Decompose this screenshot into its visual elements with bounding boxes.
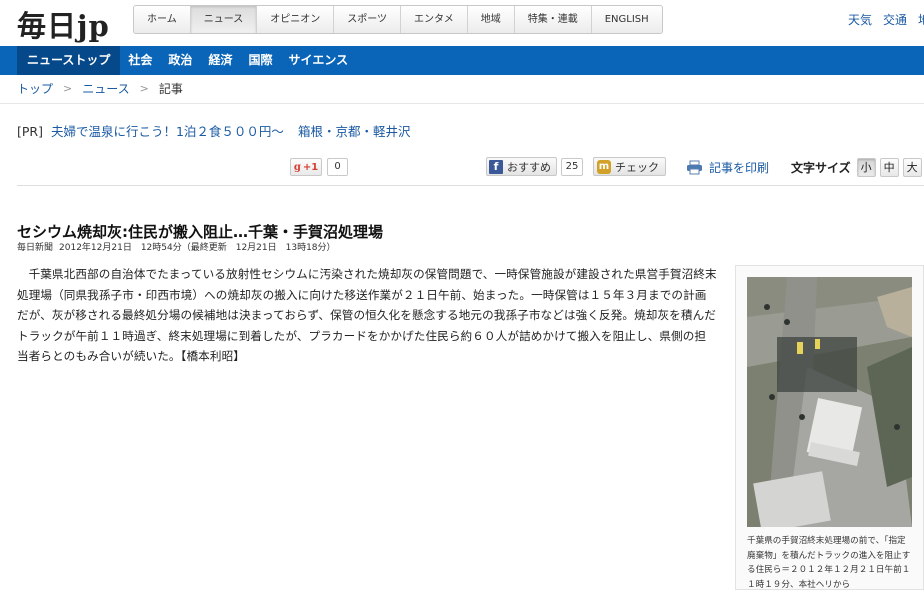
nav-english[interactable]: ENGLISH xyxy=(592,6,662,33)
site-header: 毎日jp ホーム ニュース オピニオン スポーツ エンタメ 地域 特集・連載 E… xyxy=(0,0,924,46)
nav-entame[interactable]: エンタメ xyxy=(401,6,468,33)
article-meta: 毎日新聞 2012年12月21日 12時54分（最終更新 12月21日 13時18… xyxy=(17,240,342,253)
aerial-photo-image xyxy=(747,277,912,527)
article-photo[interactable] xyxy=(747,277,912,527)
subnav-society[interactable]: 社会 xyxy=(120,46,160,75)
mixi-check-button[interactable]: m チェック xyxy=(593,157,666,176)
google-plus-icon: g xyxy=(293,161,301,173)
facebook-count: 25 xyxy=(561,158,583,176)
subnav-science[interactable]: サイエンス xyxy=(280,46,356,75)
google-plus-button[interactable]: g +1 xyxy=(290,158,322,176)
subnav-politics[interactable]: 政治 xyxy=(160,46,200,75)
mixi-icon: m xyxy=(597,159,611,174)
category-nav: ニューストップ 社会 政治 経済 国際 サイエンス xyxy=(0,46,924,75)
print-label: 記事を印刷 xyxy=(709,161,770,175)
facebook-recommend-button[interactable]: f おすすめ xyxy=(486,157,557,176)
nav-features[interactable]: 特集・連載 xyxy=(515,6,592,33)
font-size-medium-button[interactable]: 中 xyxy=(879,158,899,177)
util-map-link[interactable]: 地 xyxy=(918,11,924,28)
nav-opinion[interactable]: オピニオン xyxy=(257,6,335,33)
breadcrumb-top[interactable]: トップ xyxy=(17,80,53,97)
util-traffic-link[interactable]: 交通 xyxy=(883,11,907,28)
article-date: 2012年12月21日 12時54分（最終更新 12月21日 13時18分） xyxy=(59,243,336,253)
pr-tag: [PR] xyxy=(17,124,43,139)
breadcrumb-separator: > xyxy=(139,82,149,95)
pr-ad: [PR] 夫婦で温泉に行こう！1泊２食５００円〜 箱根・京都・軽井沢 xyxy=(17,121,410,140)
font-size-large-button[interactable]: 大 xyxy=(902,158,922,177)
util-weather-link[interactable]: 天気 xyxy=(848,11,872,28)
subnav-economy[interactable]: 経済 xyxy=(200,46,240,75)
breadcrumb-separator: > xyxy=(63,82,73,95)
photo-caption: 千葉県の手賀沼終末処理場の前で、「指定廃棄物」を積んだトラックの進入を阻止する住… xyxy=(747,536,911,590)
divider xyxy=(17,185,924,186)
breadcrumb-current: 記事 xyxy=(158,82,183,96)
facebook-label: おすすめ xyxy=(507,160,551,174)
top-nav: ホーム ニュース オピニオン スポーツ エンタメ 地域 特集・連載 ENGLIS… xyxy=(133,5,663,34)
nav-home[interactable]: ホーム xyxy=(134,6,191,33)
font-size-control: 文字サイズ 小 中 大 xyxy=(791,158,922,177)
font-size-small-button[interactable]: 小 xyxy=(856,158,876,177)
site-logo[interactable]: 毎日jp xyxy=(17,3,110,45)
subnav-international[interactable]: 国際 xyxy=(240,46,280,75)
pr-link-destinations[interactable]: 箱根・京都・軽井沢 xyxy=(298,124,411,139)
article-source: 毎日新聞 xyxy=(17,243,54,253)
article-body: 千葉県北西部の自治体でたまっている放射性セシウムに汚染された焼却灰の保管問題で、… xyxy=(17,267,717,363)
article-headline: セシウム焼却灰:住民が搬入阻止…千葉・手賀沼処理場 xyxy=(17,223,384,241)
utility-links: 天気 交通 地 xyxy=(848,11,924,28)
print-article-link[interactable]: 記事を印刷 xyxy=(686,159,769,176)
mixi-label: チェック xyxy=(615,160,659,174)
google-plus-count: 0 xyxy=(327,158,348,176)
pr-link-onsen[interactable]: 夫婦で温泉に行こう！1泊２食５００円〜 xyxy=(51,124,284,139)
breadcrumb-news[interactable]: ニュース xyxy=(82,80,129,97)
nav-region[interactable]: 地域 xyxy=(468,6,515,33)
printer-icon xyxy=(687,160,702,175)
font-size-label: 文字サイズ xyxy=(791,161,851,175)
breadcrumb: トップ > ニュース > 記事 xyxy=(17,80,183,97)
google-plus-label: +1 xyxy=(302,161,319,173)
nav-news[interactable]: ニュース xyxy=(190,6,258,33)
facebook-icon: f xyxy=(489,159,503,174)
nav-sports[interactable]: スポーツ xyxy=(334,6,402,33)
subnav-news-top[interactable]: ニューストップ xyxy=(17,46,121,75)
divider xyxy=(0,103,924,104)
